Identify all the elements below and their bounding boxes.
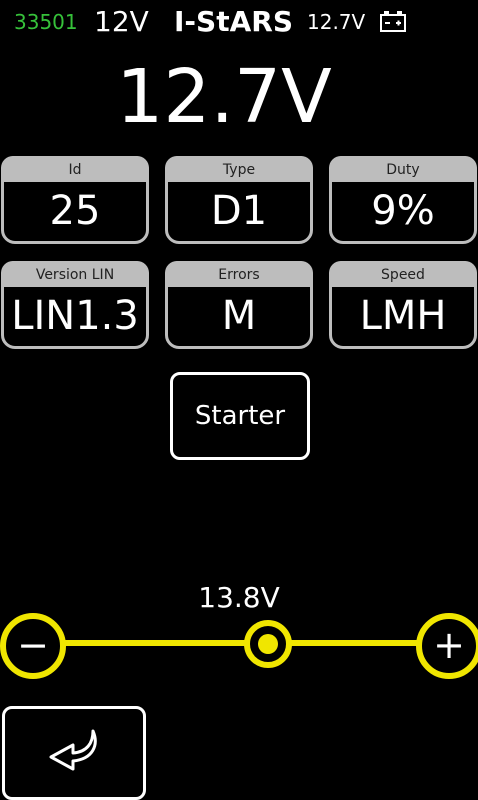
tile-label: Errors [165,261,313,287]
setpoint-slider-thumb[interactable] [244,620,292,668]
tile-label: Type [165,156,313,182]
tile-label: Id [1,156,149,182]
tile-label: Speed [329,261,477,287]
tile-value: M [221,293,257,339]
battery-voltage: 12.7V [307,10,366,34]
tile-errors: Errors M [165,261,313,349]
decrease-button[interactable]: − [0,613,66,679]
device-code: 33501 [14,10,78,34]
tile-type: Type D1 [165,156,313,244]
tile-value: 25 [49,188,101,234]
setpoint-voltage-label: 13.8V [198,581,280,614]
slider-thumb-dot [258,634,278,654]
battery-icon [380,11,406,32]
back-arrow-icon [49,729,97,771]
tile-duty: Duty 9% [329,156,477,244]
system-voltage: 12V [94,5,149,38]
tile-value: D1 [210,188,268,234]
brand-title: I-StARS [174,5,293,38]
main-voltage-readout: 12.7V [116,54,332,140]
status-bar: 33501 12V I-StARS 12.7V [0,0,478,44]
increase-button[interactable]: + [416,613,478,679]
tile-value: LIN1.3 [11,293,139,339]
starter-button[interactable]: Starter [170,372,310,460]
tile-speed: Speed LMH [329,261,477,349]
setpoint-slider-track[interactable] [30,640,446,646]
back-button[interactable] [2,706,146,800]
tile-label: Duty [329,156,477,182]
tile-label: Version LIN [1,261,149,287]
tile-id: Id 25 [1,156,149,244]
tile-value: LMH [359,293,447,339]
tile-version-lin: Version LIN LIN1.3 [1,261,149,349]
tile-value: 9% [371,188,435,234]
